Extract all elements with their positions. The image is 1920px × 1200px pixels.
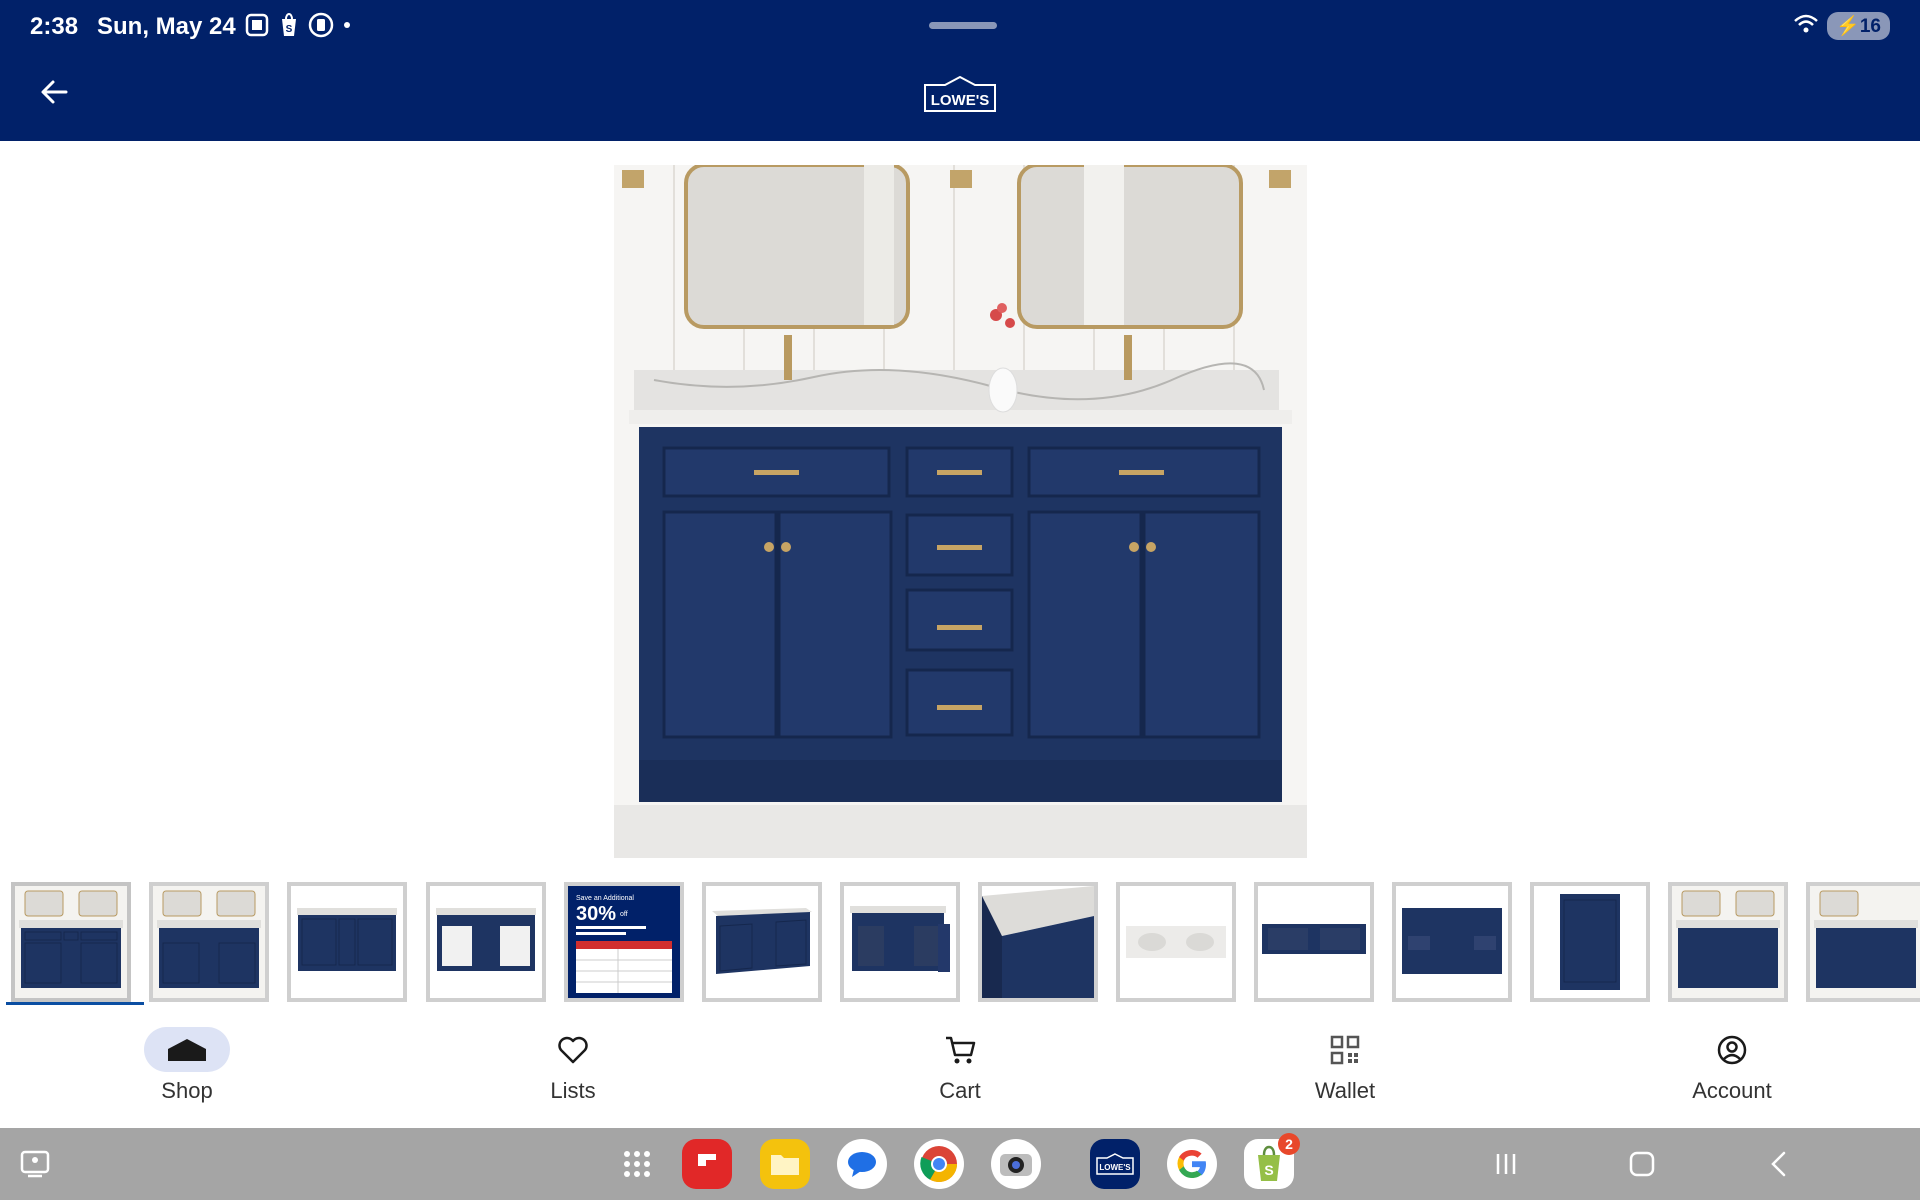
promo-small: off	[620, 911, 628, 918]
chevron-left-icon	[1771, 1151, 1786, 1177]
vibrate-icon	[308, 12, 334, 43]
thumbnail-3[interactable]	[287, 882, 407, 1002]
promo-big: 30%	[576, 903, 616, 925]
messages-icon[interactable]	[837, 1139, 887, 1189]
shopify-notification-icon: S	[278, 12, 300, 43]
chrome-icon[interactable]	[914, 1139, 964, 1189]
drag-handle[interactable]	[929, 22, 997, 29]
bottom-navigation: Shop Lists Cart Wallet Account	[0, 1005, 1920, 1128]
status-time: 2:38	[30, 13, 79, 40]
thumbnail-10[interactable]	[1254, 882, 1374, 1002]
thumbnail-9[interactable]	[1116, 882, 1236, 1002]
thumbnail-4[interactable]	[426, 882, 546, 1002]
nav-shop[interactable]: Shop	[107, 1027, 267, 1117]
thumbnail-13[interactable]	[1668, 882, 1788, 1002]
app-header: 2:38 Sun, May 24 S ⚡16 LOWE'S	[0, 0, 1920, 141]
screen-icon	[20, 1150, 50, 1178]
lowes-app-icon[interactable]: LOWE'S	[1090, 1139, 1140, 1189]
nav-account[interactable]: Account	[1652, 1027, 1812, 1117]
svg-text:S: S	[286, 24, 293, 35]
home-icon	[144, 1027, 230, 1072]
nav-shop-label: Shop	[161, 1078, 213, 1103]
thumbnail-1[interactable]	[11, 882, 131, 1002]
home-button[interactable]	[1624, 1146, 1660, 1182]
svg-text:S: S	[1264, 1162, 1273, 1178]
nav-lists[interactable]: Lists	[493, 1027, 653, 1117]
thumbnail-7[interactable]	[840, 882, 960, 1002]
flipboard-icon[interactable]	[682, 1139, 732, 1189]
battery-level: 16	[1859, 16, 1881, 37]
product-main-image[interactable]	[614, 165, 1307, 858]
google-icon[interactable]	[1167, 1139, 1217, 1189]
screen-mirror-button[interactable]	[18, 1146, 54, 1182]
thumbnail-promo[interactable]: Save an Additional 30% off	[564, 882, 684, 1002]
status-date: Sun, May 24	[97, 13, 236, 40]
more-dot-icon	[342, 12, 352, 43]
thumbnail-11[interactable]	[1392, 882, 1512, 1002]
cart-icon	[917, 1027, 1003, 1072]
thumbnail-8[interactable]	[978, 882, 1098, 1002]
system-navigation-bar: LOWE'S S 2	[0, 1128, 1920, 1200]
lowes-logo[interactable]: LOWE'S	[923, 75, 997, 112]
promo-line1: Save an Additional	[576, 895, 634, 902]
back-button[interactable]	[36, 74, 72, 110]
screenshot-icon	[244, 12, 270, 43]
camera-icon[interactable]	[991, 1139, 1041, 1189]
thumbnail-strip[interactable]: Save an Additional 30% off	[0, 880, 1920, 1005]
battery-indicator: ⚡16	[1827, 12, 1890, 40]
system-status: ⚡16	[1793, 12, 1890, 40]
arrow-left-icon	[41, 80, 68, 104]
nav-lists-label: Lists	[550, 1078, 596, 1103]
notification-icons: S	[244, 12, 352, 42]
app-drawer-icon[interactable]	[612, 1139, 662, 1189]
recents-icon	[1496, 1154, 1516, 1174]
nav-cart[interactable]: Cart	[880, 1027, 1040, 1117]
thumbnail-6[interactable]	[702, 882, 822, 1002]
recent-apps-button[interactable]	[1488, 1146, 1524, 1182]
thumbnail-2[interactable]	[149, 882, 269, 1002]
nav-cart-label: Cart	[939, 1078, 981, 1103]
home-square-icon	[1629, 1151, 1655, 1177]
shopify-badge: 2	[1278, 1133, 1300, 1155]
thumbnail-14[interactable]	[1806, 882, 1920, 1002]
qr-code-icon	[1302, 1027, 1388, 1072]
thumbnail-12[interactable]	[1530, 882, 1650, 1002]
heart-icon	[530, 1027, 616, 1072]
logo-text: LOWE'S	[931, 92, 990, 109]
shopify-icon[interactable]: S 2	[1244, 1133, 1300, 1189]
system-back-button[interactable]	[1762, 1146, 1798, 1182]
nav-wallet[interactable]: Wallet	[1265, 1027, 1425, 1117]
nav-wallet-label: Wallet	[1314, 1078, 1376, 1103]
nav-account-label: Account	[1692, 1078, 1772, 1103]
files-icon[interactable]	[760, 1139, 810, 1189]
lowes-app-label: LOWE'S	[1099, 1163, 1131, 1172]
account-icon	[1689, 1027, 1775, 1072]
wifi-icon	[1793, 13, 1819, 40]
